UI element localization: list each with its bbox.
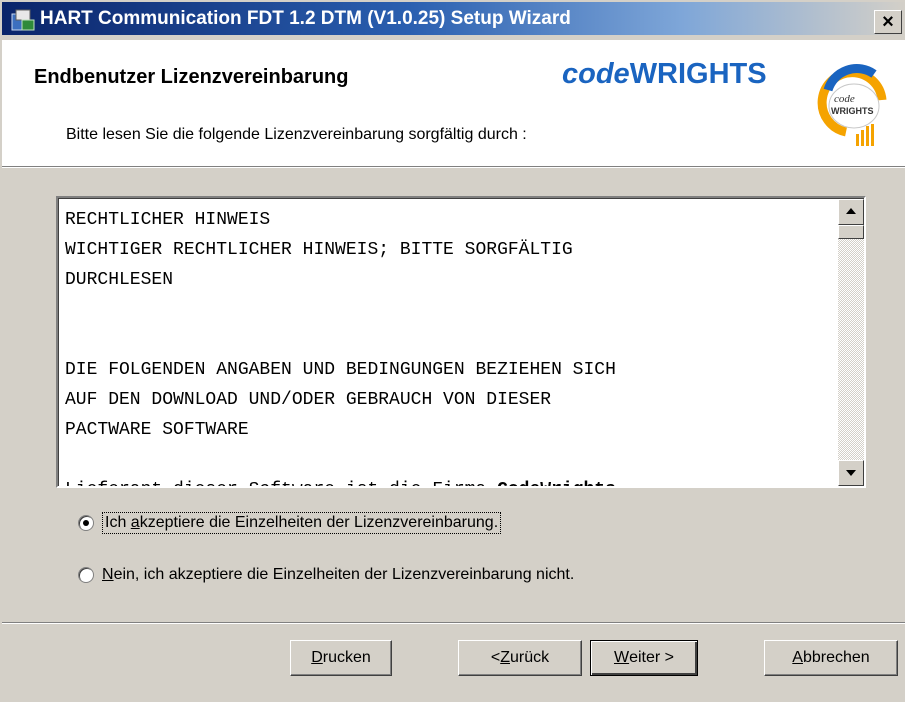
arrow-up-icon [846,208,856,214]
logo-text-bottom: WRIGHTS [831,106,874,116]
next-accel: W [613,649,630,666]
license-scrollbar[interactable] [838,199,864,486]
page-title: Endbenutzer Lizenzvereinbarung [34,66,349,88]
license-blank [65,295,835,355]
window-title: HART Communication FDT 1.2 DTM (V1.0.25)… [40,8,571,29]
cancel-label: bbrechen [802,649,870,666]
logo-text-top: code [834,93,855,105]
license-line: DURCHLESEN [65,270,174,290]
license-textbox-inner: RECHTLICHER HINWEIS WICHTIGER RECHTLICHE… [58,198,864,486]
header-divider [2,166,905,168]
print-label: rucken [322,649,371,666]
license-line: WICHTIGER RECHTLICHER HINWEIS; BITTE SOR… [65,240,573,260]
decline-label-accel: N [102,566,114,583]
scroll-up-button[interactable] [838,199,864,225]
license-line: PACTWARE SOFTWARE [65,420,249,440]
back-prefix: < [490,649,501,666]
page-subtitle: Bitte lesen Sie die folgende Lizenzverei… [66,126,527,143]
decline-radio[interactable] [78,567,94,583]
decline-label-rest: ein, ich akzeptiere die Einzelheiten der… [113,566,575,583]
accept-option[interactable]: Ich akzeptiere die Einzelheiten der Lize… [78,512,502,534]
arrow-down-icon [846,470,856,476]
license-blank [65,445,835,475]
license-textbox[interactable]: RECHTLICHER HINWEIS WICHTIGER RECHTLICHE… [56,196,866,488]
scroll-down-button[interactable] [838,460,864,486]
license-company: CodeWrights [497,480,616,486]
license-text: RECHTLICHER HINWEIS WICHTIGER RECHTLICHE… [65,205,835,486]
license-line: RECHTLICHER HINWEIS [65,210,271,230]
license-line: Lieferant dieser Software ist die Firma [65,480,497,486]
codewrights-logo-icon: code WRIGHTS [817,64,887,146]
license-line: AUF DEN DOWNLOAD UND/ODER GEBRAUCH VON D… [65,390,552,410]
next-label: eiter > [629,649,675,666]
next-button[interactable]: Weiter > [590,640,698,676]
accept-label-rest: kzeptiere die Einzelheiten der Lizenzver… [139,514,499,531]
license-line: DIE FOLGENDEN ANGABEN UND BEDINGUNGEN BE… [65,360,616,380]
brand-wordmark: codeWRIGHTS [562,58,767,91]
close-button[interactable]: × [874,10,902,34]
license-line-partial: Lieferant dieser Software ist die Firma … [65,475,835,486]
back-button[interactable]: < Zurück [458,640,582,676]
installer-icon [11,9,35,31]
print-accel: D [311,649,323,666]
accept-label[interactable]: Ich akzeptiere die Einzelheiten der Lize… [102,512,502,534]
back-accel: Z [500,649,510,666]
brand-prefix: code [562,58,630,90]
cancel-accel: A [792,649,803,666]
footer-divider [2,622,905,624]
accept-radio[interactable] [78,515,94,531]
decline-label[interactable]: Nein, ich akzeptiere die Einzelheiten de… [102,566,574,584]
accept-label-accel: a [130,514,140,531]
brand-suffix: WRIGHTS [629,58,767,90]
back-label: urück [510,649,550,666]
close-icon: × [882,11,894,33]
setup-wizard-window: HART Communication FDT 1.2 DTM (V1.0.25)… [0,0,905,702]
title-bar[interactable]: HART Communication FDT 1.2 DTM (V1.0.25)… [2,0,905,40]
wizard-header: Endbenutzer Lizenzvereinbarung Bitte les… [2,40,905,166]
print-button[interactable]: Drucken [290,640,392,676]
scroll-thumb[interactable] [838,225,864,239]
decline-option[interactable]: Nein, ich akzeptiere die Einzelheiten de… [78,564,574,586]
cancel-button[interactable]: Abbrechen [764,640,898,676]
accept-label-start: Ich [105,514,131,531]
